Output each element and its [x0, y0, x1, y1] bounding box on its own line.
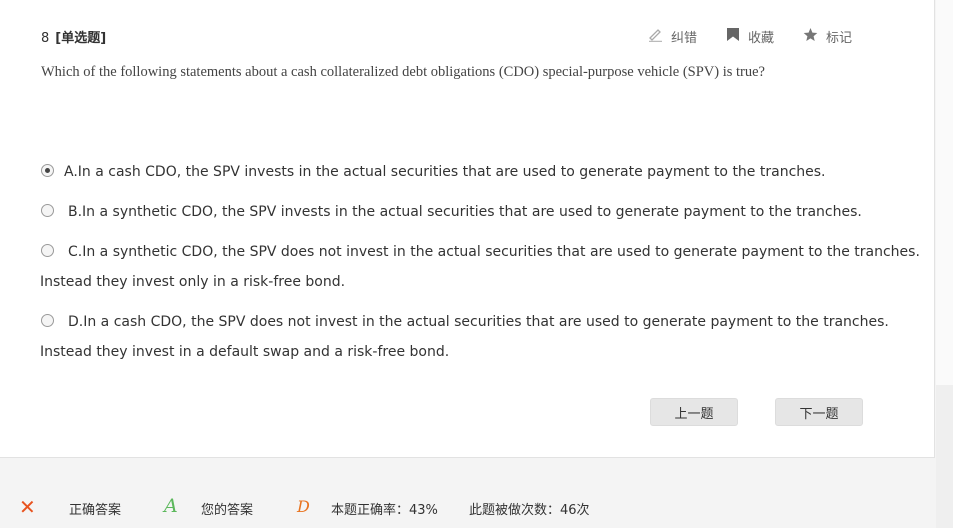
pencil-icon: [648, 27, 663, 46]
option-c-text[interactable]: C.In a synthetic CDO, the SPV does not i…: [68, 244, 920, 260]
option-a-radio[interactable]: [41, 164, 54, 177]
your-answer-label: 您的答案: [201, 503, 254, 518]
answer-footer: ✕ 正确答案 A 您的答案 D 本题正确率：43% 此题被做次数：46次: [0, 481, 936, 528]
correct-answer-label: 正确答案: [69, 503, 122, 518]
question-card: 8 [单选题] 纠错 收藏 标记 Which of the following s…: [0, 0, 935, 458]
bookmark-icon: [726, 27, 740, 46]
option-b-text[interactable]: B.In a synthetic CDO, the SPV invests in…: [68, 204, 862, 220]
attempt-count: 此题被做次数：46次: [469, 503, 590, 518]
next-question-button[interactable]: 下一题: [775, 398, 863, 426]
correct-answer-value: D: [297, 497, 310, 516]
question-type: [单选题]: [55, 31, 107, 46]
prev-question-button[interactable]: 上一题: [650, 398, 738, 426]
favorite-label: 收藏: [748, 31, 775, 46]
correct-error-label: 纠错: [671, 31, 698, 46]
mark-button[interactable]: 标记: [803, 27, 852, 46]
star-icon: [803, 27, 818, 46]
option-c-radio[interactable]: [41, 244, 54, 257]
your-answer-value: A: [164, 495, 178, 517]
question-text: Which of the following statements about …: [41, 64, 765, 80]
option-d-text[interactable]: D.In a cash CDO, the SPV does not invest…: [68, 314, 889, 330]
close-icon: ✕: [19, 495, 36, 519]
scrollbar-track[interactable]: [936, 0, 953, 528]
question-header: 8 [单选题]: [41, 27, 106, 46]
option-d-radio[interactable]: [41, 314, 54, 327]
favorite-button[interactable]: 收藏: [726, 27, 774, 46]
option-b-radio[interactable]: [41, 204, 54, 217]
accuracy-rate: 本题正确率：43%: [331, 503, 438, 518]
mark-label: 标记: [826, 31, 853, 46]
scrollbar-lower: [936, 385, 953, 528]
question-tools: 纠错 收藏 标记: [648, 27, 852, 46]
correct-error-button[interactable]: 纠错: [648, 27, 697, 46]
question-number: 8: [41, 31, 50, 46]
option-d-text-continued[interactable]: Instead they invest in a default swap an…: [40, 344, 449, 360]
option-a-text[interactable]: A.In a cash CDO, the SPV invests in the …: [64, 164, 826, 180]
option-c-text-continued[interactable]: Instead they invest only in a risk-free …: [40, 274, 345, 290]
